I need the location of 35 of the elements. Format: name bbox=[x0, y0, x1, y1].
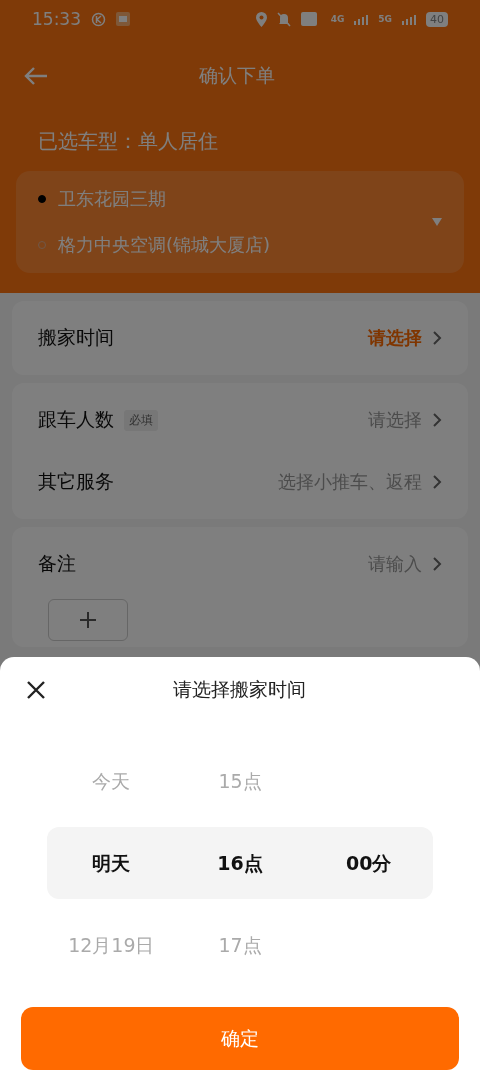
required-tag: 必填 bbox=[124, 409, 158, 431]
form-row[interactable]: 搬家时间 请选择 bbox=[12, 307, 468, 369]
picker-option[interactable]: 00分 bbox=[345, 823, 392, 905]
picker-option[interactable]: 明天 bbox=[92, 823, 131, 905]
chevron-right-icon bbox=[432, 330, 442, 346]
picker-option[interactable]: 16点 bbox=[217, 823, 263, 905]
network-label: 4G bbox=[330, 14, 345, 24]
row-label: 搬家时间 bbox=[38, 325, 114, 350]
confirm-button[interactable]: 确定 bbox=[21, 1007, 459, 1070]
vehicle-type: 已选车型：单人居住 bbox=[37, 128, 219, 155]
add-button[interactable] bbox=[48, 599, 128, 641]
page-title: 确认下单 bbox=[198, 63, 276, 88]
row-label: 备注 bbox=[38, 551, 76, 576]
row-label: 其它服务 bbox=[38, 469, 114, 494]
sheet-title: 请选择搬家时间 bbox=[171, 677, 307, 702]
stop-name: 格力中央空调(锦城大厦店) bbox=[58, 233, 271, 257]
chevron-right-icon bbox=[432, 474, 442, 490]
back-arrow-icon[interactable] bbox=[24, 66, 48, 86]
signal-icon bbox=[354, 13, 369, 25]
k-circle-icon bbox=[91, 11, 106, 27]
chevron-right-icon bbox=[432, 412, 442, 428]
plus-icon bbox=[79, 611, 97, 629]
chevron-right-icon bbox=[432, 556, 442, 572]
stop-dot bbox=[38, 195, 46, 203]
stop-name: 卫东花园三期 bbox=[58, 187, 166, 211]
location-icon bbox=[255, 11, 267, 27]
row-value: 请选择 bbox=[368, 326, 422, 350]
close-icon[interactable] bbox=[26, 680, 46, 700]
dropdown-icon[interactable] bbox=[432, 218, 442, 226]
row-label: 跟车人数 bbox=[38, 407, 114, 432]
app-notification-icon bbox=[116, 12, 130, 26]
network-label: 5G bbox=[378, 14, 392, 24]
signal-icon bbox=[402, 13, 416, 25]
battery-level: 40 bbox=[426, 11, 448, 27]
status-time: 15:33 bbox=[32, 9, 81, 29]
